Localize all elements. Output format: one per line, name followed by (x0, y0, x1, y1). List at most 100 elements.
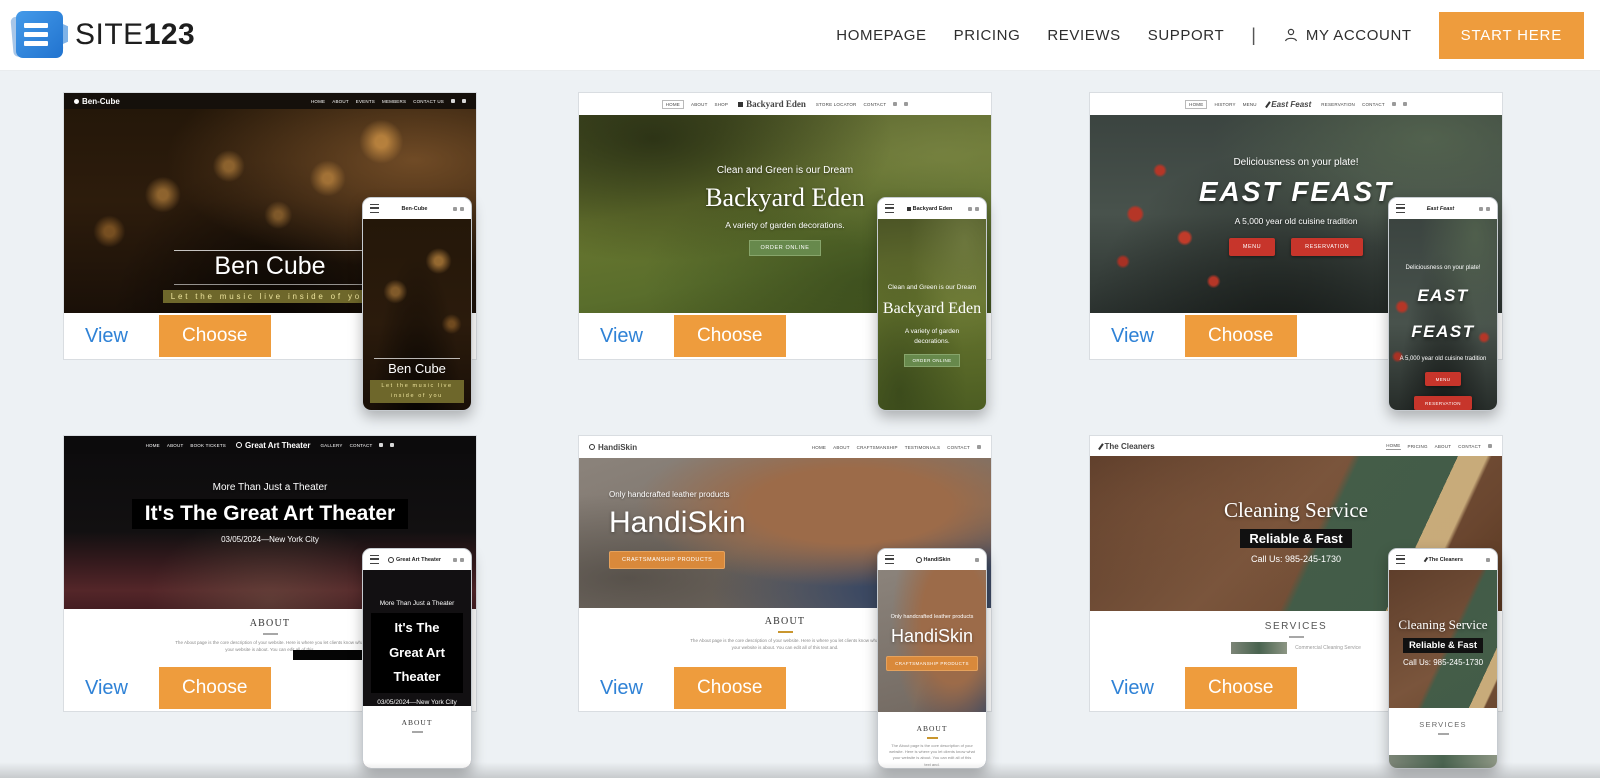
mini-site-nav-left: HOMEABOUTBOOK TICKETS (146, 443, 226, 448)
phone-icon (975, 558, 979, 562)
hero-title: EAST FEAST (1392, 278, 1494, 349)
view-button[interactable]: View (1111, 325, 1154, 348)
main-nav: HOMEPAGE PRICING REVIEWS SUPPORT | MY AC… (836, 0, 1584, 70)
template-card-ben-cube: Ben-Cube HOMEABOUTEVENTSMEMBERSCONTACT U… (63, 92, 477, 360)
share-icon (460, 558, 464, 562)
phone-icon (453, 558, 457, 562)
mini-site-logo: Backyard Eden (738, 99, 806, 109)
share-icon (462, 99, 466, 103)
hero-title: Ben Cube (374, 358, 460, 376)
nav-reviews[interactable]: REVIEWS (1047, 27, 1120, 44)
theater-logo-icon (236, 442, 242, 448)
template-card-east-feast: HOMEHISTORYMENU East Feast RESERVATIONCO… (1089, 92, 1503, 360)
choose-button[interactable]: Choose (1185, 667, 1297, 709)
site123-logo[interactable]: SITE123 (16, 11, 195, 58)
service-caption: Commercial Cleaning Service (1295, 645, 1361, 651)
hero-title: Cleaning Service (1398, 617, 1487, 633)
phone-site-logo: East Feast (1427, 206, 1455, 212)
garden-logo-icon (907, 207, 911, 211)
hero-title: Ben Cube (174, 250, 365, 285)
mini-site-logo: East Feast (1267, 100, 1312, 109)
phone-hero-asian-street: Deliciousness on your plate! EAST FEAST … (1389, 219, 1497, 410)
nav-pricing[interactable]: PRICING (954, 27, 1021, 44)
hero-subtitle: A variety of garden decorations. (725, 220, 845, 230)
choose-button[interactable]: Choose (674, 667, 786, 709)
phone-about-section: ABOUT (363, 706, 471, 768)
hero-kicker: Only handcrafted leather products (609, 490, 730, 499)
choose-button[interactable]: Choose (159, 667, 271, 709)
nav-support[interactable]: SUPPORT (1148, 27, 1224, 44)
page: SITE123 HOMEPAGE PRICING REVIEWS SUPPORT… (0, 0, 1600, 778)
phone-preview-great-art-theater: Great Art Theater More Than Just a Theat… (362, 548, 472, 769)
hero-kicker: Deliciousness on your plate! (1233, 157, 1358, 168)
view-button[interactable]: View (600, 325, 643, 348)
choose-button[interactable]: Choose (159, 315, 271, 357)
phone-icon (1392, 102, 1396, 106)
fork-logo-icon (1265, 101, 1270, 108)
nav-divider: | (1251, 25, 1256, 46)
cart-icon (975, 207, 979, 211)
phone-preview-handiskin: HandiSkin Only handcrafted leather produ… (877, 548, 987, 769)
mini-site-logo: The Cleaners (1100, 442, 1155, 451)
phone-preview-ben-cube: Ben-Cube Ben Cube Let the music live ins… (362, 197, 472, 411)
phone-icon (1479, 207, 1483, 211)
hero-title: EAST FEAST (1199, 176, 1393, 208)
mini-site-nav: HOMEPRICINGABOUTCONTACT (1386, 443, 1492, 450)
phone-icon (1488, 444, 1492, 448)
hero-subtitle: 03/05/2024—New York City (221, 535, 319, 544)
hero-title: Backyard Eden (883, 297, 981, 321)
broom-logo-icon (1098, 443, 1103, 450)
nav-homepage[interactable]: HOMEPAGE (836, 27, 926, 44)
choose-button[interactable]: Choose (1185, 315, 1297, 357)
hero-badge: Reliable & Fast (1240, 529, 1351, 548)
mini-site-nav-left: HOMEABOUTSHOP (662, 100, 728, 109)
service-thumbnail (1231, 642, 1287, 654)
reservation-button: RESERVATION (1414, 396, 1472, 410)
hero-subtitle: A variety of garden decorations. (897, 327, 967, 348)
hero-subtitle: A 5,000 year old cuisine tradition (1235, 216, 1358, 226)
band-logo-icon (74, 99, 79, 104)
choose-button[interactable]: Choose (674, 315, 786, 357)
reservation-button: RESERVATION (1291, 238, 1363, 256)
start-here-button[interactable]: START HERE (1439, 12, 1584, 59)
mini-site-nav-right: STORE LOCATORCONTACT (816, 102, 908, 107)
site-header: SITE123 HOMEPAGE PRICING REVIEWS SUPPORT… (0, 0, 1600, 71)
section-image (293, 650, 371, 660)
phone-hero-theater: More Than Just a Theater It's The Great … (363, 570, 471, 768)
phone-site-logo: HandiSkin (916, 557, 951, 563)
craftsmanship-products-button: CRAFTSMANSHIP PRODUCTS (609, 551, 725, 569)
hamburger-icon (370, 555, 379, 564)
hero-kicker: More Than Just a Theater (213, 482, 328, 493)
hamburger-icon (885, 555, 894, 564)
hero-title: Cleaning Service (1224, 498, 1368, 523)
user-icon (1283, 27, 1299, 43)
hero-badge: Reliable & Fast (1403, 638, 1483, 653)
my-account-link[interactable]: MY ACCOUNT (1283, 27, 1412, 44)
cart-icon (904, 102, 908, 106)
view-button[interactable]: View (85, 677, 128, 700)
mini-site-nav-right: RESERVATIONCONTACT (1321, 102, 1407, 107)
hero-tagline: Let the music live inside of you (163, 290, 378, 303)
phone-site-logo: Backyard Eden (907, 206, 953, 212)
leather-logo-icon (589, 444, 595, 450)
phone-preview-backyard-eden: Backyard Eden Clean and Green is our Dre… (877, 197, 987, 411)
hamburger-icon (370, 204, 379, 213)
phone-hero-leather-bag: Only handcrafted leather products HandiS… (878, 570, 986, 768)
template-card-handiskin: HandiSkin HOMEABOUTCRAFTSMANSHIPTESTIMON… (578, 435, 992, 712)
view-button[interactable]: View (85, 325, 128, 348)
template-card-the-cleaners: The Cleaners HOMEPRICINGABOUTCONTACT Cle… (1089, 435, 1503, 712)
page-bottom-shadow (0, 762, 1600, 778)
hero-title: HandiSkin (609, 506, 746, 540)
phone-about-section: ABOUT The About page is the core descrip… (878, 712, 986, 768)
view-button[interactable]: View (1111, 677, 1154, 700)
craftsmanship-products-button: CRAFTSMANSHIP PRODUCTS (886, 656, 978, 671)
phone-icon (977, 445, 981, 449)
phone-site-logo: Ben-Cube (402, 206, 428, 212)
share-icon (1403, 102, 1407, 106)
mini-site-nav-right: GALLERYCONTACT (320, 443, 394, 448)
menu-button: MENU (1425, 372, 1462, 386)
phone-site-logo: The Cleaners (1425, 557, 1463, 563)
view-button[interactable]: View (600, 677, 643, 700)
phone-hero-garden: Clean and Green is our Dream Backyard Ed… (878, 219, 986, 410)
hamburger-icon (1396, 204, 1405, 213)
